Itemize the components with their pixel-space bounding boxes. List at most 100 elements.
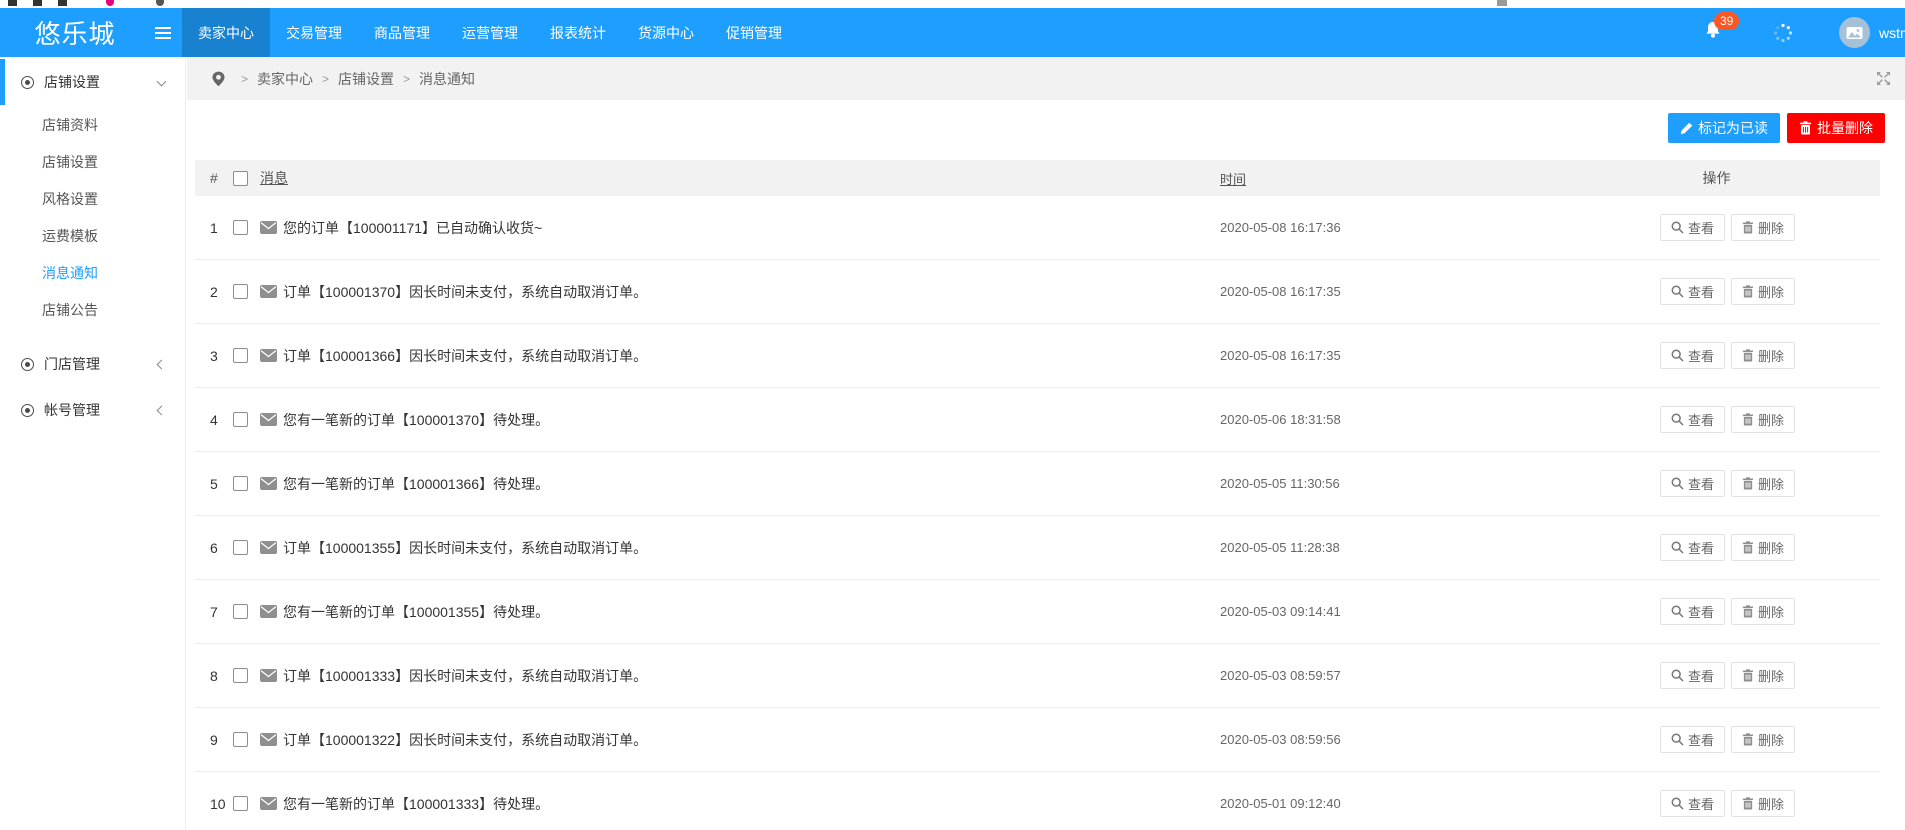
row-checkbox[interactable] bbox=[233, 604, 248, 619]
message-text: 您有一笔新的订单【100001333】待处理。 bbox=[283, 794, 549, 814]
row-checkbox[interactable] bbox=[233, 348, 248, 363]
nav-item[interactable]: 交易管理 bbox=[270, 8, 358, 57]
view-label: 查看 bbox=[1688, 666, 1714, 685]
nav-item[interactable]: 报表统计 bbox=[534, 8, 622, 57]
view-button[interactable]: 查看 bbox=[1660, 662, 1725, 689]
row-checkbox[interactable] bbox=[233, 668, 248, 683]
trash-icon bbox=[1742, 413, 1754, 426]
browser-artifact bbox=[156, 0, 164, 6]
avatar[interactable] bbox=[1839, 17, 1870, 48]
sidebar-subitem[interactable]: 店铺设置 bbox=[0, 144, 185, 181]
delete-label: 删除 bbox=[1758, 794, 1784, 813]
sidebar-subitem[interactable]: 店铺公告 bbox=[0, 292, 185, 329]
delete-button[interactable]: 删除 bbox=[1731, 662, 1795, 689]
view-button[interactable]: 查看 bbox=[1660, 534, 1725, 561]
magnifier-icon bbox=[1671, 413, 1684, 426]
message-time: 2020-05-05 11:30:56 bbox=[1220, 476, 1660, 491]
delete-button[interactable]: 删除 bbox=[1731, 470, 1795, 497]
delete-label: 删除 bbox=[1758, 666, 1784, 685]
magnifier-icon bbox=[1671, 797, 1684, 810]
delete-label: 删除 bbox=[1758, 346, 1784, 365]
trash-icon bbox=[1742, 285, 1754, 298]
sidebar-subitem[interactable]: 运费模板 bbox=[0, 218, 185, 255]
magnifier-icon bbox=[1671, 541, 1684, 554]
trash-icon bbox=[1742, 349, 1754, 362]
delete-button[interactable]: 删除 bbox=[1731, 406, 1795, 433]
envelope-icon bbox=[260, 733, 277, 746]
refresh-loading-icon[interactable] bbox=[1773, 23, 1793, 43]
select-all-checkbox[interactable] bbox=[233, 171, 248, 186]
batch-delete-button[interactable]: 批量删除 bbox=[1787, 113, 1885, 143]
row-checkbox[interactable] bbox=[233, 412, 248, 427]
row-index: 6 bbox=[195, 540, 233, 556]
breadcrumb-separator: > bbox=[241, 72, 248, 86]
envelope-icon bbox=[260, 541, 277, 554]
row-index: 7 bbox=[195, 604, 233, 620]
header-action: 操作 bbox=[1660, 168, 1773, 188]
fullscreen-icon[interactable] bbox=[1876, 71, 1891, 86]
hamburger-menu-icon[interactable] bbox=[150, 8, 176, 57]
notifications-button[interactable]: 39 bbox=[1703, 20, 1723, 46]
app-logo[interactable]: 悠乐城 bbox=[0, 14, 150, 51]
delete-button[interactable]: 删除 bbox=[1731, 726, 1795, 753]
view-button[interactable]: 查看 bbox=[1660, 726, 1725, 753]
mark-read-button[interactable]: 标记为已读 bbox=[1668, 113, 1780, 143]
nav-item[interactable]: 商品管理 bbox=[358, 8, 446, 57]
nav-item[interactable]: 运营管理 bbox=[446, 8, 534, 57]
sidebar-subitem[interactable]: 风格设置 bbox=[0, 181, 185, 218]
row-checkbox[interactable] bbox=[233, 732, 248, 747]
delete-button[interactable]: 删除 bbox=[1731, 214, 1795, 241]
delete-button[interactable]: 删除 bbox=[1731, 598, 1795, 625]
view-button[interactable]: 查看 bbox=[1660, 406, 1725, 433]
row-checkbox[interactable] bbox=[233, 540, 248, 555]
envelope-icon bbox=[260, 477, 277, 490]
sidebar-group-label: 店铺设置 bbox=[44, 72, 100, 92]
breadcrumb-item[interactable]: 店铺设置 bbox=[338, 69, 394, 89]
message-text: 您有一笔新的订单【100001366】待处理。 bbox=[283, 474, 549, 494]
breadcrumb-item[interactable]: 消息通知 bbox=[419, 69, 475, 89]
row-checkbox[interactable] bbox=[233, 284, 248, 299]
view-button[interactable]: 查看 bbox=[1660, 470, 1725, 497]
row-index: 1 bbox=[195, 220, 233, 236]
header-time[interactable]: 时间 bbox=[1220, 172, 1246, 187]
delete-button[interactable]: 删除 bbox=[1731, 342, 1795, 369]
message-text: 订单【100001322】因长时间未支付，系统自动取消订单。 bbox=[283, 730, 647, 750]
nav-item[interactable]: 货源中心 bbox=[622, 8, 710, 57]
delete-button[interactable]: 删除 bbox=[1731, 534, 1795, 561]
delete-button[interactable]: 删除 bbox=[1731, 278, 1795, 305]
row-checkbox[interactable] bbox=[233, 476, 248, 491]
view-button[interactable]: 查看 bbox=[1660, 214, 1725, 241]
row-index: 9 bbox=[195, 732, 233, 748]
view-label: 查看 bbox=[1688, 346, 1714, 365]
nav-item[interactable]: 促销管理 bbox=[710, 8, 798, 57]
sidebar-group-account-management[interactable]: 帐号管理 bbox=[0, 387, 185, 433]
sidebar-group-shop-settings[interactable]: 店铺设置 bbox=[0, 59, 185, 105]
sidebar-subitem[interactable]: 店铺资料 bbox=[0, 107, 185, 144]
row-checkbox[interactable] bbox=[233, 220, 248, 235]
trash-icon bbox=[1742, 477, 1754, 490]
view-button[interactable]: 查看 bbox=[1660, 598, 1725, 625]
envelope-icon bbox=[260, 221, 277, 234]
trash-icon bbox=[1742, 733, 1754, 746]
row-index: 4 bbox=[195, 412, 233, 428]
sidebar-group-store-management[interactable]: 门店管理 bbox=[0, 341, 185, 387]
navbar-right: 39 wstmar bbox=[1703, 8, 1905, 57]
chevron-left-icon bbox=[157, 405, 167, 415]
nav-item[interactable]: 卖家中心 bbox=[182, 8, 270, 57]
view-button[interactable]: 查看 bbox=[1660, 278, 1725, 305]
header-message[interactable]: 消息 bbox=[260, 168, 288, 188]
username[interactable]: wstmar bbox=[1879, 25, 1905, 41]
magnifier-icon bbox=[1671, 221, 1684, 234]
view-button[interactable]: 查看 bbox=[1660, 790, 1725, 817]
notification-badge: 39 bbox=[1714, 12, 1739, 30]
row-checkbox[interactable] bbox=[233, 796, 248, 811]
view-button[interactable]: 查看 bbox=[1660, 342, 1725, 369]
sidebar-subitem[interactable]: 消息通知 bbox=[0, 255, 185, 292]
trash-icon bbox=[1742, 541, 1754, 554]
header-index: # bbox=[195, 170, 233, 186]
delete-button[interactable]: 删除 bbox=[1731, 790, 1795, 817]
browser-artifact bbox=[33, 0, 42, 6]
view-label: 查看 bbox=[1688, 602, 1714, 621]
table-row: 4 您有一笔新的订单【100001370】待处理。 2020-05-06 18:… bbox=[195, 388, 1880, 452]
breadcrumb-item[interactable]: 卖家中心 bbox=[257, 69, 313, 89]
